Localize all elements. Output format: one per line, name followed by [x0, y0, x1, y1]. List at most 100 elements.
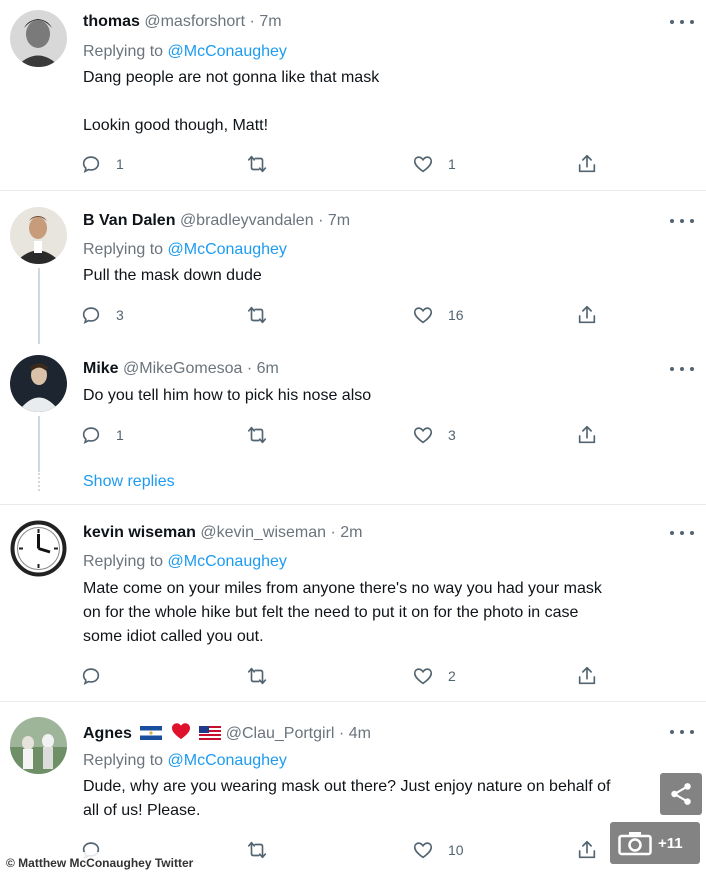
more-icon[interactable] [670, 15, 694, 29]
avatar[interactable] [10, 520, 67, 577]
tweet-thomas[interactable]: thomas @masforshort · 7m Replying to @Mc… [0, 0, 706, 190]
reply-count: 1 [116, 156, 124, 172]
action-bar: 3 16 [80, 303, 620, 327]
share-icon [578, 666, 596, 685]
replying-to: Replying to @McConaughey [83, 42, 287, 62]
tweet-header: B Van Dalen @bradleyvandalen · 7m [83, 211, 350, 231]
more-icon[interactable] [670, 362, 694, 376]
reply-button[interactable] [80, 664, 116, 688]
action-bar: 1 1 [80, 152, 620, 176]
share-button[interactable] [576, 838, 598, 862]
mention-link[interactable]: @McConaughey [168, 553, 287, 570]
user-handle[interactable]: @kevin_wiseman [200, 524, 326, 541]
like-button[interactable]: 3 [412, 423, 456, 447]
tweet-agnes[interactable]: Agnes @Clau_Portgirl · 4m Replying to @M… [0, 702, 706, 874]
tweet-header: Agnes @Clau_Portgirl · 4m [83, 722, 371, 744]
tweet-mike[interactable]: Mike @MikeGomesoa · 6m Do you tell him h… [0, 341, 706, 501]
tweet-header: kevin wiseman @kevin_wiseman · 2m [83, 523, 363, 543]
reply-icon [82, 156, 100, 173]
separator-dot: · [246, 360, 253, 377]
el-salvador-flag-icon [140, 726, 163, 740]
replying-prefix: Replying to [83, 241, 164, 258]
like-icon [413, 427, 433, 444]
reply-count: 3 [116, 307, 124, 323]
retweet-icon [247, 426, 267, 444]
like-count: 1 [448, 156, 456, 172]
timestamp[interactable]: 4m [349, 725, 371, 742]
display-name[interactable]: Agnes [83, 725, 132, 742]
tweet-header: thomas @masforshort · 7m [83, 12, 282, 32]
replying-prefix: Replying to [83, 553, 164, 570]
display-name[interactable]: Mike [83, 360, 119, 377]
retweet-button[interactable] [246, 152, 282, 176]
display-name[interactable]: thomas [83, 13, 140, 30]
avatar[interactable] [10, 355, 67, 412]
mention-link[interactable]: @McConaughey [168, 43, 287, 60]
more-icon[interactable] [670, 526, 694, 540]
reply-button[interactable]: 3 [80, 303, 124, 327]
like-count: 16 [448, 307, 464, 323]
retweet-button[interactable] [246, 664, 282, 688]
camera-icon [618, 832, 652, 856]
reply-button[interactable]: 1 [80, 423, 124, 447]
share-button[interactable] [576, 664, 598, 688]
share-icon [578, 840, 596, 859]
user-handle[interactable]: @bradleyvandalen [180, 212, 314, 229]
red-heart-icon [171, 723, 190, 740]
thread-dots [38, 469, 40, 491]
separator-dot: · [338, 725, 345, 742]
share-button[interactable] [576, 423, 598, 447]
mention-link[interactable]: @McConaughey [168, 241, 287, 258]
like-count: 3 [448, 427, 456, 443]
timestamp[interactable]: 7m [328, 212, 350, 229]
mention-link[interactable]: @McConaughey [168, 752, 287, 769]
tweet-text: Dang people are not gonna like that mask… [83, 69, 380, 134]
share-button[interactable] [576, 152, 598, 176]
timestamp[interactable]: 6m [257, 360, 279, 377]
retweet-button[interactable] [246, 303, 282, 327]
like-button[interactable]: 1 [412, 152, 456, 176]
gallery-button[interactable]: +11 [610, 822, 700, 864]
separator-dot: · [318, 212, 324, 229]
reply-button[interactable]: 1 [80, 152, 124, 176]
show-replies-link[interactable]: Show replies [83, 473, 175, 491]
share-icon [578, 305, 596, 324]
timestamp[interactable]: 7m [259, 13, 281, 30]
replying-prefix: Replying to [83, 752, 164, 769]
photo-credit: © Matthew McConaughey Twitter [0, 852, 200, 874]
share-overlay-button[interactable] [660, 773, 702, 815]
like-button[interactable]: 16 [412, 303, 464, 327]
tweet-text: Do you tell him how to pick his nose als… [83, 387, 372, 404]
user-handle[interactable]: @Clau_Portgirl [226, 725, 335, 742]
reply-icon [82, 427, 100, 444]
more-icon[interactable] [670, 214, 694, 228]
retweet-icon [247, 667, 267, 685]
avatar[interactable] [10, 207, 67, 264]
tweet-b-van-dalen[interactable]: B Van Dalen @bradleyvandalen · 7m Replyi… [0, 191, 706, 344]
like-button[interactable]: 2 [412, 664, 456, 688]
like-button[interactable]: 10 [412, 838, 464, 862]
user-handle[interactable]: @MikeGomesoa [123, 360, 242, 377]
more-icon[interactable] [670, 725, 694, 739]
tweet-text: Dude, why are you wearing mask out there… [83, 778, 611, 819]
share-network-icon [671, 783, 691, 805]
retweet-button[interactable] [246, 423, 282, 447]
timestamp[interactable]: 2m [340, 524, 362, 541]
avatar[interactable] [10, 717, 67, 774]
tweet-header: Mike @MikeGomesoa · 6m [83, 359, 279, 379]
share-button[interactable] [576, 303, 598, 327]
retweet-button[interactable] [246, 838, 282, 862]
thread-line [38, 416, 40, 472]
like-icon [413, 668, 433, 685]
user-handle[interactable]: @masforshort [144, 13, 245, 30]
display-name[interactable]: B Van Dalen [83, 212, 175, 229]
replying-to: Replying to @McConaughey [83, 552, 287, 572]
retweet-icon [247, 841, 267, 859]
display-name[interactable]: kevin wiseman [83, 524, 196, 541]
reply-count: 1 [116, 427, 124, 443]
avatar[interactable] [10, 10, 67, 67]
share-icon [578, 154, 596, 173]
tweet-kevin-wiseman[interactable]: kevin wiseman @kevin_wiseman · 2m Replyi… [0, 505, 706, 701]
thread-line [38, 268, 40, 344]
share-icon [578, 425, 596, 444]
